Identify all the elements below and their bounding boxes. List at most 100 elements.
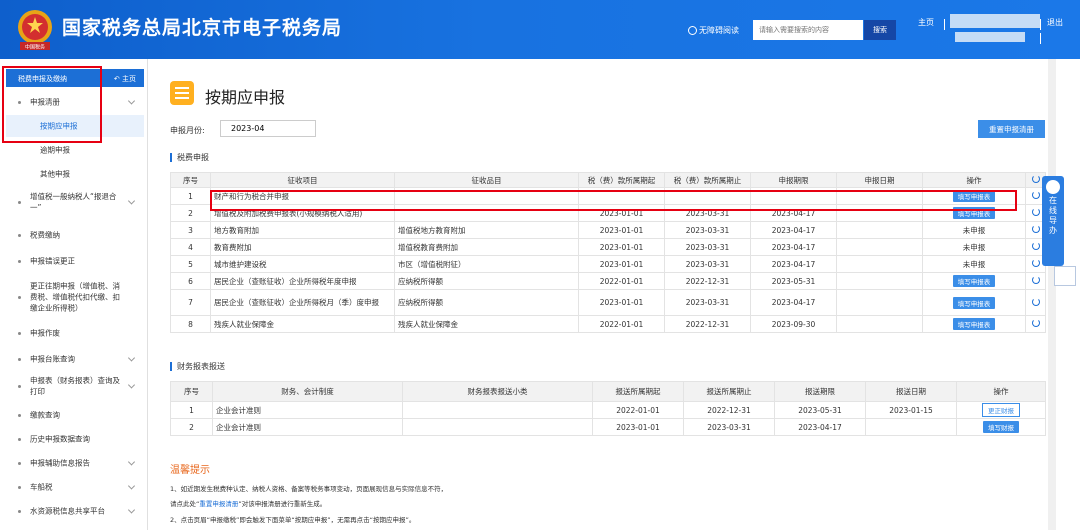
month-input[interactable] bbox=[220, 120, 316, 137]
table-cell: 2023-01-01 bbox=[578, 255, 665, 273]
bullet-icon bbox=[18, 510, 21, 513]
online-guide-widget[interactable]: 在线导办 bbox=[1042, 176, 1064, 266]
reset-declaration-link[interactable]: 重置申报清册 bbox=[199, 500, 238, 508]
user-service-icon[interactable] bbox=[1054, 266, 1076, 286]
table-cell: 1 bbox=[170, 401, 213, 419]
scrollbar-track[interactable] bbox=[1048, 59, 1056, 530]
bullet-icon bbox=[18, 462, 21, 465]
sidebar-item-void[interactable]: 申报作废 bbox=[6, 321, 144, 345]
sidebar-item-label: 申报表（财务报表）查询及打印 bbox=[30, 376, 120, 396]
header-home-link[interactable]: 主页 bbox=[918, 17, 934, 28]
tip-line: 请点此处“重置申报清册”对该申报清册进行重新生成。 bbox=[170, 498, 326, 508]
operation-cell: 填写申报表 bbox=[922, 289, 1026, 316]
status-text: 未申报 bbox=[962, 259, 986, 269]
sidebar-item-report-query[interactable]: 申报表（财务报表）查询及打印 bbox=[6, 371, 144, 401]
table-cell: 增值税教育费附加 bbox=[394, 238, 579, 256]
table-cell bbox=[836, 272, 923, 290]
logout-link[interactable]: 退出 bbox=[1047, 17, 1063, 28]
chevron-down-icon bbox=[127, 506, 136, 514]
refresh-row-button[interactable] bbox=[1025, 315, 1046, 333]
fill-declaration-button[interactable]: 填写申报表 bbox=[952, 318, 996, 330]
operation-cell: 填写财报 bbox=[956, 418, 1046, 436]
refresh-icon bbox=[1031, 259, 1040, 267]
bullet-icon bbox=[18, 438, 21, 441]
operation-cell: 填写申报表 bbox=[922, 315, 1026, 333]
table-row: 3 地方教育附加 增值税地方教育附加 2023-01-01 2023-03-31 2023… bbox=[170, 221, 1046, 239]
sidebar-item-payment-query[interactable]: 缴款查询 bbox=[6, 403, 144, 427]
sidebar-item-tax-payment[interactable]: 税费缴纳 bbox=[6, 223, 144, 247]
column-header: 申报日期 bbox=[836, 172, 923, 188]
refresh-icon bbox=[1031, 297, 1040, 306]
chevron-down-icon bbox=[127, 381, 136, 389]
reset-declaration-button[interactable]: 重置申报清册 bbox=[978, 120, 1045, 138]
tip-line: 1、如近期发生税费种认定、纳税人资格、备案等税务事项变动，页面展现信息与实际信息… bbox=[170, 483, 447, 493]
bullet-icon bbox=[18, 358, 21, 361]
table-cell: 2 bbox=[170, 204, 211, 222]
table-cell: 2023-05-31 bbox=[774, 401, 866, 419]
sidebar-home-link[interactable]: ↶ 主页 bbox=[114, 74, 136, 84]
tip-line: 2、点击页眉“申报缴税”即会触发下面菜单“按期应申报”，无需再点击“按期应申报”… bbox=[170, 514, 415, 524]
fill-report-button[interactable]: 填写财报 bbox=[983, 421, 1019, 433]
sidebar-item-label: 更正往期申报（增值税、消费税、增值税代扣代缴、扣缴企业所得税） bbox=[30, 281, 120, 313]
sidebar-item-water-tax[interactable]: 水资源税信息共享平台 bbox=[6, 499, 144, 523]
search-input[interactable] bbox=[753, 20, 863, 40]
table-cell: 残疾人就业保障金 bbox=[210, 315, 395, 333]
sidebar-item-vehicle-tax[interactable]: 车船税 bbox=[6, 475, 144, 499]
operation-cell: 未申报 bbox=[922, 255, 1026, 273]
sidebar-item-label: 申报作废 bbox=[30, 328, 60, 338]
svg-text:中国税务: 中国税务 bbox=[25, 44, 45, 51]
bullet-icon bbox=[18, 296, 21, 299]
column-header: 报送所属期起 bbox=[592, 381, 684, 402]
fill-declaration-button[interactable]: 填写申报表 bbox=[952, 275, 996, 287]
correct-report-button[interactable]: 更正财报 bbox=[982, 403, 1020, 417]
table-cell: 教育费附加 bbox=[210, 238, 395, 256]
table-cell bbox=[836, 255, 923, 273]
sidebar-item-error-correction[interactable]: 申报错误更正 bbox=[6, 249, 144, 273]
refresh-icon bbox=[1031, 319, 1040, 327]
highlight-box bbox=[2, 66, 102, 143]
divider bbox=[1040, 19, 1041, 30]
table-row: 8 残疾人就业保障金 残疾人就业保障金 2022-01-01 2022-12-31 202… bbox=[170, 315, 1046, 333]
table-cell: 6 bbox=[170, 272, 211, 290]
divider bbox=[944, 19, 945, 30]
column-header: 操作 bbox=[922, 172, 1026, 188]
chevron-down-icon bbox=[127, 197, 136, 205]
refresh-row-button[interactable] bbox=[1025, 289, 1046, 316]
main-content: 按期应申报 申报月份: 重置申报清册 税费申报 序号 征收项目 征收品目 税（费… bbox=[150, 59, 1050, 530]
sidebar-subitem-other[interactable]: 其他申报 bbox=[6, 163, 144, 185]
table-cell: 4 bbox=[170, 238, 211, 256]
table-cell: 2023-04-17 bbox=[774, 418, 866, 436]
sidebar-item-label: 车船税 bbox=[30, 482, 53, 492]
tax-section-title: 税费申报 bbox=[170, 153, 209, 162]
refresh-row-button[interactable] bbox=[1025, 272, 1046, 290]
table-cell bbox=[865, 418, 957, 436]
month-label: 申报月份: bbox=[170, 126, 205, 135]
sidebar-item-past-correction[interactable]: 更正往期申报（增值税、消费税、增值税代扣代缴、扣缴企业所得税） bbox=[6, 275, 144, 319]
search-button[interactable]: 搜索 bbox=[864, 20, 896, 40]
refresh-icon bbox=[1031, 175, 1040, 183]
sidebar-item-history[interactable]: 历史申报数据查询 bbox=[6, 427, 144, 451]
sidebar-item-label: 申报错误更正 bbox=[30, 256, 75, 266]
bullet-icon bbox=[18, 260, 21, 263]
sidebar-item-aux-report[interactable]: 申报辅助信息报告 bbox=[6, 451, 144, 475]
table-cell bbox=[402, 418, 593, 436]
accessibility-link[interactable]: 无障碍阅读 bbox=[688, 25, 739, 36]
table-cell: 2023-01-01 bbox=[578, 238, 665, 256]
table-cell: 8 bbox=[170, 315, 211, 333]
accessibility-icon bbox=[688, 26, 697, 35]
site-title: 国家税务总局北京市电子税务局 bbox=[62, 17, 343, 39]
table-cell: 2023-03-31 bbox=[664, 255, 751, 273]
financial-report-table: 序号 财务、会计制度 财务报表报送小类 报送所属期起 报送所属期止 报送期限 报… bbox=[170, 381, 1046, 436]
table-cell: 2022-01-01 bbox=[578, 272, 665, 290]
table-cell: 2023-04-17 bbox=[750, 289, 837, 316]
accessibility-label: 无障碍阅读 bbox=[699, 26, 739, 35]
bullet-icon bbox=[18, 385, 21, 388]
tip-text: ”对该申报清册进行重新生成。 bbox=[238, 500, 327, 508]
fill-declaration-button[interactable]: 填写申报表 bbox=[952, 296, 996, 309]
sidebar-item-ledger[interactable]: 申报台账查询 bbox=[6, 347, 144, 371]
divider bbox=[1040, 33, 1041, 44]
sidebar-subitem-label: 其他申报 bbox=[40, 169, 70, 179]
sidebar-item-vat-refund[interactable]: 增值税一般纳税人“报退合一” bbox=[6, 187, 144, 217]
sidebar-item-label: 水资源税信息共享平台 bbox=[30, 506, 105, 516]
bullet-icon bbox=[18, 486, 21, 489]
